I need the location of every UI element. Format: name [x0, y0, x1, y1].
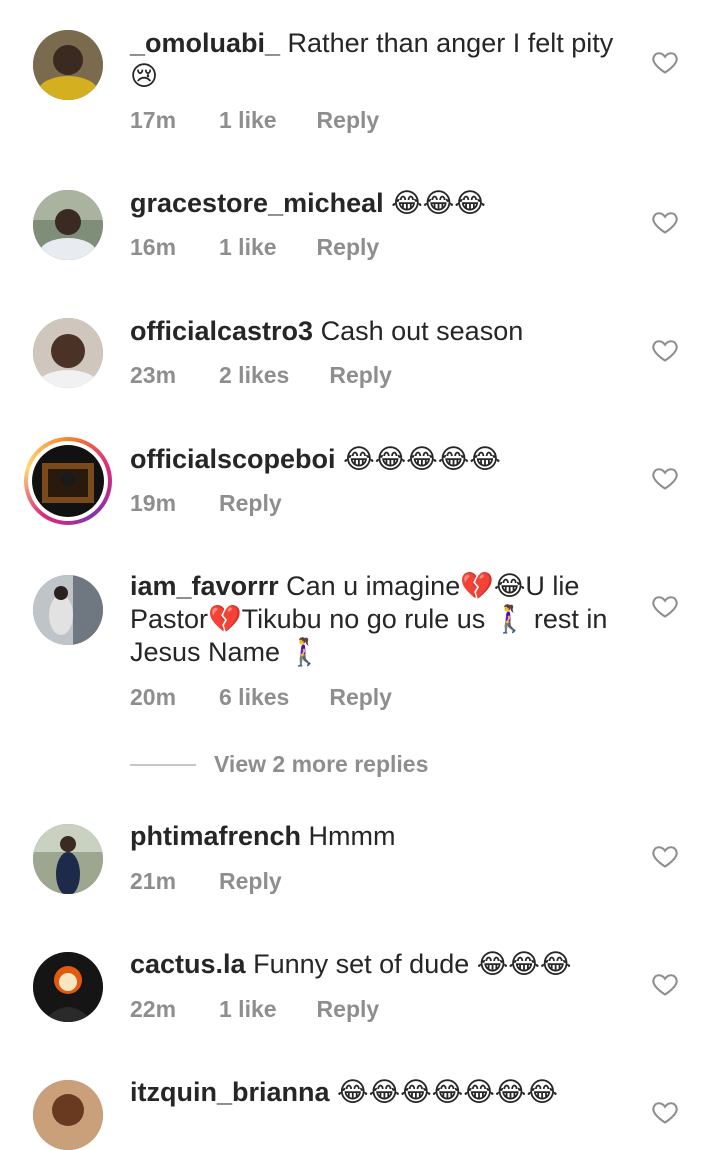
heart-icon[interactable]	[651, 48, 679, 76]
comment-meta: 16m 1 like Reply	[130, 234, 379, 261]
comment-meta: 20m 6 likes Reply	[130, 684, 392, 711]
reply-button[interactable]: Reply	[219, 490, 282, 517]
comment-time: 22m	[130, 996, 177, 1022]
heart-icon[interactable]	[651, 842, 679, 870]
comment-text: gracestore_micheal 😂😂😂	[130, 187, 630, 220]
comment-time: 17m	[130, 107, 177, 133]
comment-username[interactable]: itzquin_brianna	[130, 1077, 330, 1107]
heart-icon[interactable]	[651, 208, 679, 236]
avatar[interactable]	[33, 30, 103, 100]
heart-icon[interactable]	[651, 970, 679, 998]
comment-meta: 21m Reply	[130, 868, 282, 895]
avatar[interactable]	[33, 824, 103, 894]
comment-text: iam_favorrr Can u imagine💔😂U lie Pastor💔…	[130, 570, 630, 669]
comment-text: officialscopeboi 😂😂😂😂😂	[130, 443, 630, 476]
heart-icon[interactable]	[651, 336, 679, 364]
reply-button[interactable]: Reply	[329, 684, 392, 711]
comment-text: officialcastro3 Cash out season	[130, 315, 630, 348]
comment-username[interactable]: officialcastro3	[130, 316, 313, 346]
heart-icon[interactable]	[651, 464, 679, 492]
avatar-photo	[33, 952, 103, 1022]
comment-username[interactable]: officialscopeboi	[130, 444, 336, 474]
comment-time: 20m	[130, 684, 177, 710]
avatar-photo	[33, 190, 103, 260]
avatar-photo	[33, 1080, 103, 1150]
reply-button[interactable]: Reply	[317, 107, 380, 134]
avatar[interactable]	[33, 575, 103, 645]
comment-text: _omoluabi_ Rather than anger I felt pity…	[130, 27, 630, 93]
comment-likes[interactable]: 1 like	[219, 996, 277, 1023]
avatar[interactable]	[33, 952, 103, 1022]
avatar-photo	[33, 575, 103, 645]
view-more-label[interactable]: View 2 more replies	[214, 751, 428, 778]
avatar-story-ring[interactable]	[24, 437, 112, 525]
comment-body: Cash out season	[320, 316, 524, 346]
comment-text: cactus.la Funny set of dude 😂😂😂	[130, 948, 630, 981]
reply-button[interactable]: Reply	[317, 234, 380, 261]
avatar-photo	[33, 318, 103, 388]
comment-body: 😂😂😂😂😂	[343, 444, 501, 474]
comment-time: 16m	[130, 234, 177, 260]
comment-time: 23m	[130, 362, 177, 388]
view-more-replies[interactable]: View 2 more replies	[130, 751, 428, 778]
comment-body: 😂😂😂😂😂😂😂	[337, 1077, 558, 1107]
reply-button[interactable]: Reply	[317, 996, 380, 1023]
comment-likes[interactable]: 6 likes	[219, 684, 289, 711]
comment-body: Funny set of dude 😂😂😂	[253, 949, 572, 979]
comment-text: itzquin_brianna 😂😂😂😂😂😂😂	[130, 1076, 630, 1109]
avatar[interactable]	[33, 318, 103, 388]
comment-meta: 17m 1 like Reply	[130, 107, 379, 134]
avatar-photo	[33, 824, 103, 894]
avatar-photo	[32, 445, 104, 517]
comment-username[interactable]: gracestore_micheal	[130, 188, 384, 218]
avatar	[32, 445, 104, 517]
comment-likes[interactable]: 2 likes	[219, 362, 289, 389]
comment-body: 😂😂😂	[391, 188, 486, 218]
heart-icon[interactable]	[651, 1098, 679, 1126]
divider	[130, 763, 196, 766]
comment-username[interactable]: phtimafrench	[130, 821, 301, 851]
comment-meta: 23m 2 likes Reply	[130, 362, 392, 389]
comment-meta: 22m 1 like Reply	[130, 996, 379, 1023]
avatar[interactable]	[33, 1080, 103, 1150]
comment-time: 21m	[130, 868, 177, 894]
avatar-photo	[33, 30, 103, 100]
comment-username[interactable]: cactus.la	[130, 949, 246, 979]
comment-username[interactable]: _omoluabi_	[130, 28, 280, 58]
avatar-ring-gap	[28, 441, 108, 521]
comment-likes[interactable]: 1 like	[219, 234, 277, 261]
comment-meta: 19m Reply	[130, 490, 282, 517]
comment-time: 19m	[130, 490, 177, 516]
avatar[interactable]	[33, 190, 103, 260]
comment-likes[interactable]: 1 like	[219, 107, 277, 134]
comment-username[interactable]: iam_favorrr	[130, 571, 279, 601]
reply-button[interactable]: Reply	[329, 362, 392, 389]
reply-button[interactable]: Reply	[219, 868, 282, 895]
heart-icon[interactable]	[651, 592, 679, 620]
comment-body: Hmmm	[308, 821, 396, 851]
comment-text: phtimafrench Hmmm	[130, 820, 630, 853]
